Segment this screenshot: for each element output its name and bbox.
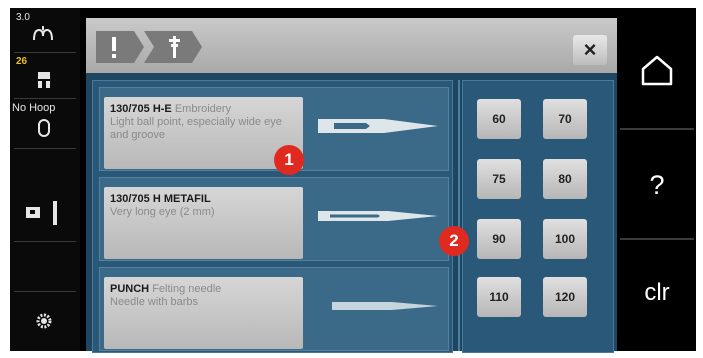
needle-subtitle: Embroidery: [174, 103, 232, 115]
size-button-70[interactable]: 70: [543, 99, 587, 139]
hoop-icon: [38, 119, 50, 137]
system-divider: [620, 238, 694, 240]
needle-title: 130/705 H-E Embroidery: [110, 103, 231, 115]
size-button-110[interactable]: 110: [477, 277, 521, 317]
stitch-number-value: 26: [16, 56, 28, 67]
stitch-width-value: 3.0: [16, 12, 30, 23]
needle-row[interactable]: PUNCH Felting needle Needle with barbs: [99, 267, 449, 351]
settings-indicator[interactable]: [10, 304, 80, 340]
needle-indicator[interactable]: [10, 194, 80, 230]
home-button[interactable]: [618, 28, 696, 112]
needle-description: Very long eye (2 mm): [110, 206, 215, 218]
hoop-label: No Hoop: [12, 102, 56, 114]
needle-row[interactable]: 130/705 H METAFIL Very long eye (2 mm): [99, 177, 449, 261]
system-column: ? clr: [618, 8, 696, 351]
needle-name: 130/705 H METAFIL: [110, 193, 211, 205]
size-button-60[interactable]: 60: [477, 99, 521, 139]
panel-divider: [458, 80, 460, 351]
gear-icon: [36, 313, 52, 329]
status-divider: [14, 291, 76, 292]
status-divider: [14, 98, 76, 99]
hoop-indicator[interactable]: No Hoop: [10, 100, 80, 144]
needle-title: 130/705 H METAFIL: [110, 193, 211, 205]
callout-1: 1: [274, 145, 304, 175]
stitch-width-indicator[interactable]: 3.0: [10, 10, 80, 50]
needle-name: 130/705 H-E: [110, 103, 172, 115]
needle-image: [332, 302, 438, 310]
needle-card[interactable]: PUNCH Felting needle Needle with barbs: [104, 277, 303, 349]
clear-button[interactable]: clr: [618, 243, 696, 343]
needle-description: Needle with barbs: [110, 296, 199, 308]
title-bar: ×: [86, 18, 617, 73]
home-icon: [641, 55, 673, 86]
callout-2: 2: [439, 226, 469, 256]
device-frame: 3.0 26 No Hoop × 130/705 H-E Embroidery …: [10, 8, 696, 353]
needle-icon[interactable]: [144, 31, 204, 63]
status-divider: [14, 52, 76, 53]
size-button-100[interactable]: 100: [543, 219, 587, 259]
size-button-75[interactable]: 75: [477, 159, 521, 199]
status-divider: [14, 148, 76, 149]
presser-foot-icon: [33, 26, 53, 41]
system-divider: [620, 128, 694, 130]
status-column: 3.0 26 No Hoop: [10, 8, 80, 351]
needle-image: [318, 119, 438, 133]
needle-list: 130/705 H-E Embroidery Light ball point,…: [92, 80, 453, 353]
exclamation-icon[interactable]: [96, 31, 146, 63]
needle-size-panel: 60 70 75 80 90 100 110 120: [462, 80, 614, 353]
foot-icon: [38, 72, 50, 88]
needle-description: Light ball point, especially wide eye an…: [110, 116, 282, 141]
size-button-90[interactable]: 90: [477, 219, 521, 259]
close-button[interactable]: ×: [573, 35, 607, 65]
help-button[interactable]: ?: [618, 133, 696, 238]
needle-subtitle: Felting needle: [152, 283, 222, 295]
needle-name: PUNCH: [110, 283, 150, 295]
needle-card[interactable]: 130/705 H METAFIL Very long eye (2 mm): [104, 187, 303, 259]
needle-image: [318, 211, 438, 221]
stitch-number-indicator[interactable]: 26: [10, 54, 80, 96]
status-divider: [14, 241, 76, 242]
needle-title: PUNCH Felting needle: [110, 283, 221, 295]
needle-selection-screen: × 130/705 H-E Embroidery Light ball poin…: [86, 18, 617, 353]
needle-plate-icon: [26, 201, 57, 225]
size-button-80[interactable]: 80: [543, 159, 587, 199]
size-button-120[interactable]: 120: [543, 277, 587, 317]
